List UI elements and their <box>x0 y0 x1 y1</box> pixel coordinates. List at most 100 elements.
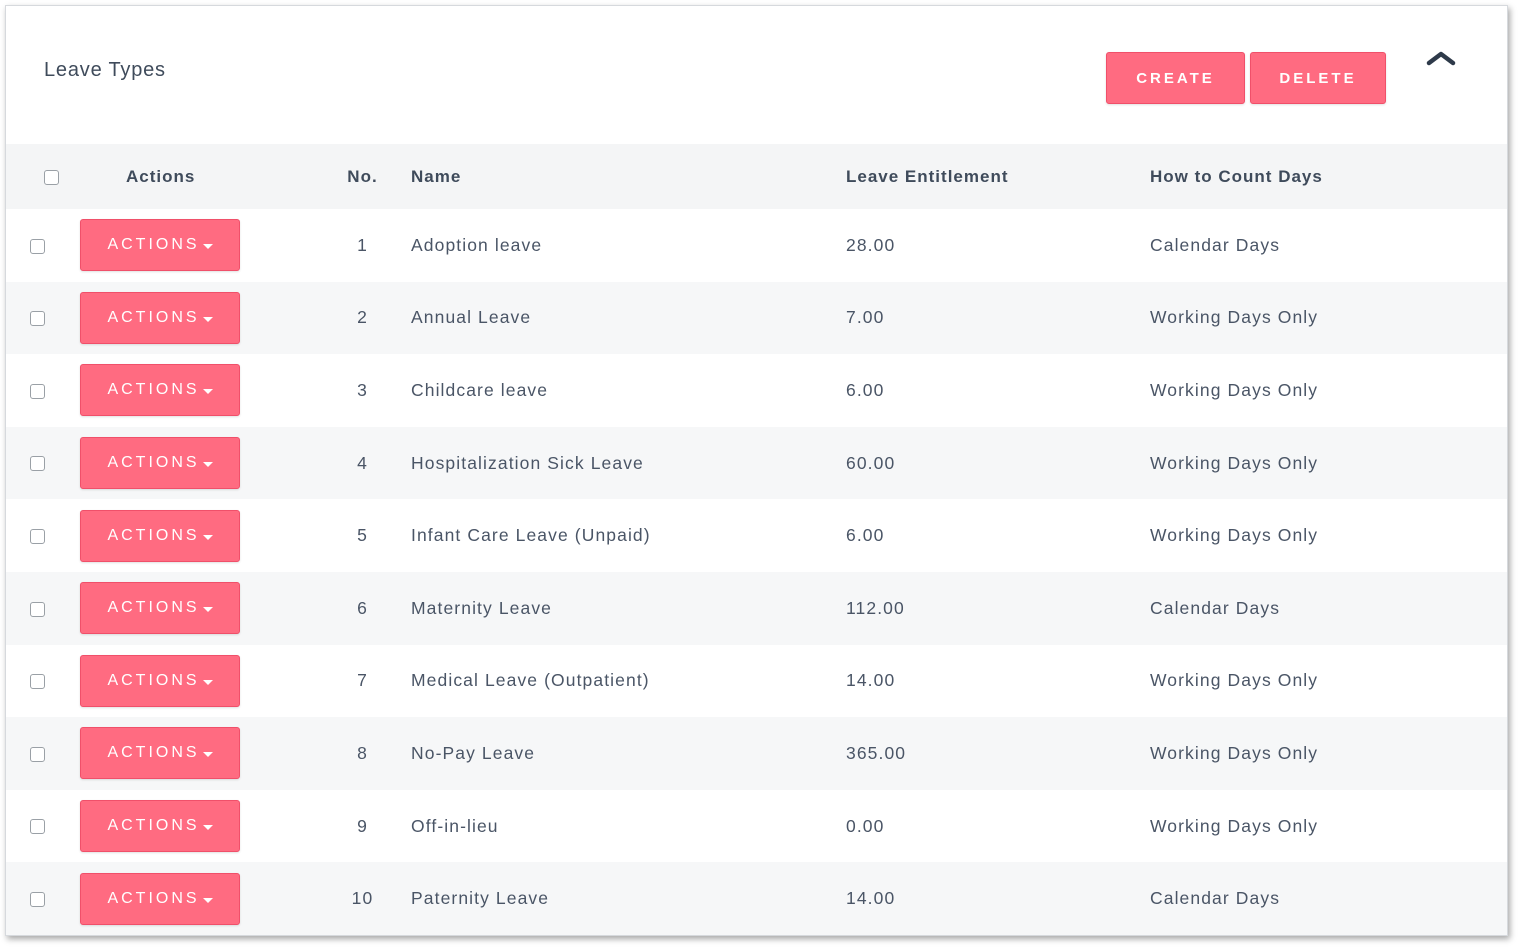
row-number: 7 <box>357 670 368 691</box>
row-actions-dropdown-button[interactable]: ACTIONS <box>80 437 240 490</box>
row-checkbox-cell <box>6 862 74 935</box>
row-number: 6 <box>357 597 368 618</box>
row-checkbox-cell <box>6 209 74 282</box>
row-actions-dropdown-button[interactable]: ACTIONS <box>80 872 240 925</box>
row-actions-cell: ACTIONS <box>74 499 314 572</box>
caret-down-icon <box>202 316 213 322</box>
header-leave-entitlement: Leave Entitlement <box>846 166 1009 186</box>
row-checkbox[interactable] <box>30 311 45 327</box>
actions-label: ACTIONS <box>107 744 200 762</box>
header-name: Name <box>411 166 462 186</box>
header-actions: Actions <box>126 166 196 186</box>
actions-label: ACTIONS <box>107 526 200 544</box>
row-number: 9 <box>357 815 368 836</box>
header-how-to-count-days: How to Count Days <box>1150 166 1323 186</box>
row-name: Hospitalization Sick Leave <box>411 452 644 473</box>
row-number: 3 <box>357 379 368 400</box>
row-name: Childcare leave <box>411 379 549 400</box>
row-checkbox-cell <box>6 282 74 355</box>
actions-label: ACTIONS <box>107 308 200 326</box>
row-actions-cell: ACTIONS <box>74 572 314 645</box>
row-actions-dropdown-button[interactable]: ACTIONS <box>80 727 240 780</box>
row-name: Infant Care Leave (Unpaid) <box>411 525 651 546</box>
row-number: 10 <box>351 888 374 909</box>
row-checkbox-cell <box>6 645 74 718</box>
row-leave-entitlement: 112.00 <box>846 597 905 618</box>
actions-label: ACTIONS <box>107 381 200 399</box>
row-actions-dropdown-button[interactable]: ACTIONS <box>80 509 240 562</box>
row-actions-dropdown-button[interactable]: ACTIONS <box>80 291 240 344</box>
row-name: Off-in-lieu <box>411 815 499 836</box>
row-number: 8 <box>357 742 368 763</box>
row-checkbox-cell <box>6 427 74 500</box>
chevron-up-icon[interactable] <box>1423 44 1459 72</box>
row-number: 4 <box>357 452 368 473</box>
table-row: ACTIONS 1 Adoption leave 28.00 Calendar … <box>6 209 1507 282</box>
row-how-to-count-days: Working Days Only <box>1150 742 1319 763</box>
row-actions-dropdown-button[interactable]: ACTIONS <box>80 654 240 707</box>
row-checkbox[interactable] <box>30 892 45 908</box>
row-checkbox[interactable] <box>30 383 45 399</box>
table-row: ACTIONS 4 Hospitalization Sick Leave 60.… <box>6 426 1507 500</box>
row-checkbox[interactable] <box>30 601 45 617</box>
page-title: Leave Types <box>44 59 166 81</box>
row-leave-entitlement: 6.00 <box>846 525 885 546</box>
row-name: Medical Leave (Outpatient) <box>411 670 650 691</box>
row-checkbox-cell <box>6 354 74 427</box>
row-checkbox[interactable] <box>30 674 45 690</box>
row-actions-dropdown-button[interactable]: ACTIONS <box>80 219 240 272</box>
row-actions-dropdown-button[interactable]: ACTIONS <box>80 582 240 635</box>
row-how-to-count-days: Calendar Days <box>1150 888 1281 909</box>
header-no: No. <box>347 166 378 186</box>
caret-down-icon <box>202 462 213 468</box>
row-leave-entitlement: 14.00 <box>846 888 896 909</box>
row-number: 1 <box>357 234 368 255</box>
row-name: Maternity Leave <box>411 597 553 618</box>
select-all-checkbox[interactable] <box>44 169 59 185</box>
row-name: Adoption leave <box>411 234 543 255</box>
row-checkbox[interactable] <box>30 238 45 254</box>
row-actions-cell: ACTIONS <box>74 645 314 718</box>
row-checkbox-cell <box>6 499 74 572</box>
row-actions-cell: ACTIONS <box>74 427 314 500</box>
table-row: ACTIONS 6 Maternity Leave 112.00 Calenda… <box>6 571 1507 645</box>
row-actions-cell: ACTIONS <box>74 282 314 355</box>
row-checkbox[interactable] <box>30 529 45 545</box>
delete-button[interactable]: DELETE <box>1250 52 1386 104</box>
row-checkbox[interactable] <box>30 456 45 472</box>
caret-down-icon <box>202 752 213 758</box>
table-row: ACTIONS 2 Annual Leave 7.00 Working Days… <box>6 281 1507 355</box>
row-number: 5 <box>357 525 368 546</box>
row-checkbox[interactable] <box>30 819 45 835</box>
actions-label: ACTIONS <box>107 454 200 472</box>
row-how-to-count-days: Working Days Only <box>1150 525 1319 546</box>
row-checkbox-cell <box>6 717 74 790</box>
row-leave-entitlement: 0.00 <box>846 815 885 836</box>
row-leave-entitlement: 7.00 <box>846 307 885 328</box>
row-how-to-count-days: Working Days Only <box>1150 815 1319 836</box>
row-actions-cell: ACTIONS <box>74 790 314 863</box>
row-how-to-count-days: Working Days Only <box>1150 379 1319 400</box>
row-name: Paternity Leave <box>411 888 550 909</box>
table-body: ACTIONS 1 Adoption leave 28.00 Calendar … <box>6 209 1507 935</box>
caret-down-icon <box>202 825 213 831</box>
row-leave-entitlement: 6.00 <box>846 379 885 400</box>
table-row: ACTIONS 5 Infant Care Leave (Unpaid) 6.0… <box>6 499 1507 572</box>
row-how-to-count-days: Working Days Only <box>1150 670 1319 691</box>
caret-down-icon <box>202 607 213 613</box>
row-checkbox-cell <box>6 572 74 645</box>
actions-label: ACTIONS <box>107 599 200 617</box>
row-checkbox[interactable] <box>30 746 45 762</box>
header-checkbox-cell <box>6 144 74 209</box>
table-row: ACTIONS 9 Off-in-lieu 0.00 Working Days … <box>6 790 1507 863</box>
row-how-to-count-days: Calendar Days <box>1150 597 1281 618</box>
row-how-to-count-days: Working Days Only <box>1150 307 1319 328</box>
row-leave-entitlement: 28.00 <box>846 234 896 255</box>
row-how-to-count-days: Working Days Only <box>1150 452 1319 473</box>
create-button[interactable]: CREATE <box>1106 52 1245 104</box>
leave-types-table: Actions No. Name Leave Entitlement How t… <box>6 144 1507 935</box>
leave-types-panel: Leave Types CREATE DELETE Actions No. Na… <box>5 5 1508 936</box>
row-actions-dropdown-button[interactable]: ACTIONS <box>80 800 240 853</box>
row-actions-cell: ACTIONS <box>74 862 314 935</box>
row-actions-dropdown-button[interactable]: ACTIONS <box>80 364 240 417</box>
